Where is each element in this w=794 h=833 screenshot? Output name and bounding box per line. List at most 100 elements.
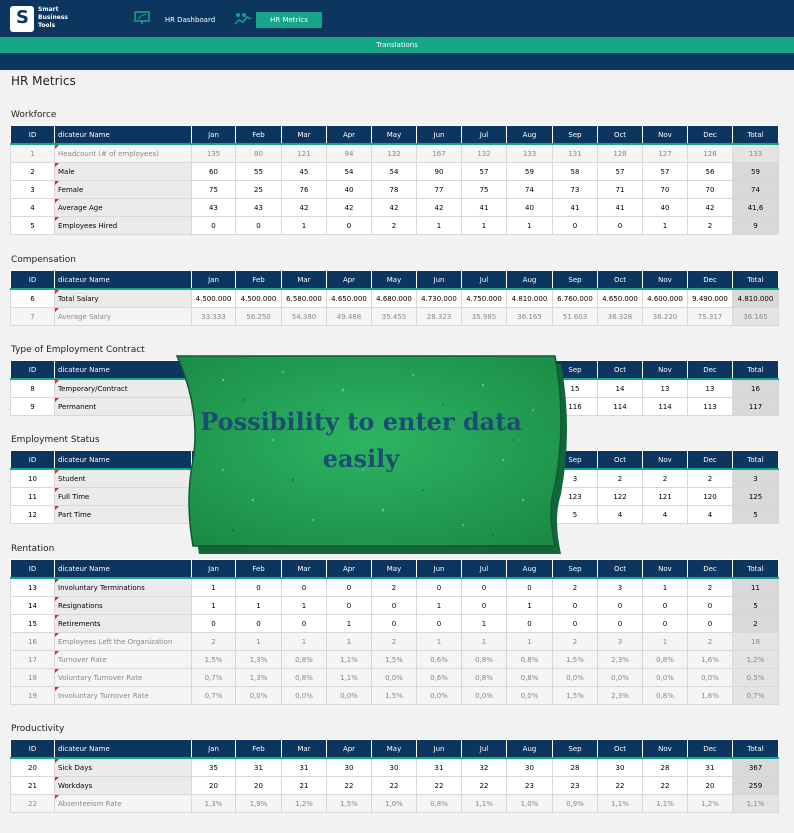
comment-marker-icon[interactable] xyxy=(55,633,59,637)
comment-marker-icon[interactable] xyxy=(55,795,59,799)
comment-marker-icon[interactable] xyxy=(55,145,59,149)
month-cell[interactable]: 4.500.000 xyxy=(235,288,282,308)
month-cell[interactable]: 70 xyxy=(687,180,733,199)
month-cell[interactable]: 2 xyxy=(642,468,688,488)
month-cell[interactable]: 30 xyxy=(597,757,643,777)
comment-marker-icon[interactable] xyxy=(55,163,59,167)
month-cell[interactable]: 1 xyxy=(642,577,688,597)
month-cell[interactable]: 120 xyxy=(687,487,733,506)
month-cell[interactable]: 42 xyxy=(281,198,327,217)
month-cell[interactable]: 57 xyxy=(597,162,643,181)
month-cell[interactable]: 22 xyxy=(326,776,372,795)
month-cell[interactable]: 30 xyxy=(326,757,372,777)
month-cell[interactable]: 57 xyxy=(642,162,688,181)
month-cell[interactable]: 1 xyxy=(506,216,553,235)
month-cell[interactable]: 22 xyxy=(597,776,643,795)
month-cell[interactable]: 4.650.000 xyxy=(326,288,372,308)
month-cell[interactable]: 1 xyxy=(191,596,236,615)
month-cell[interactable]: 0 xyxy=(642,596,688,615)
month-cell[interactable]: 1 xyxy=(506,596,553,615)
month-cell[interactable]: 20 xyxy=(235,776,282,795)
month-cell[interactable]: 73 xyxy=(552,180,598,199)
month-cell[interactable]: 0 xyxy=(371,596,417,615)
month-cell[interactable]: 0 xyxy=(461,577,507,597)
month-cell[interactable]: 41 xyxy=(552,198,598,217)
month-cell[interactable]: 1 xyxy=(281,596,327,615)
month-cell[interactable]: 0 xyxy=(371,614,417,633)
month-cell[interactable]: 0 xyxy=(506,614,553,633)
month-cell[interactable]: 2 xyxy=(552,577,598,597)
month-cell[interactable]: 4.600.000 xyxy=(642,288,688,308)
month-cell[interactable]: 114 xyxy=(597,397,643,416)
month-cell[interactable]: 45 xyxy=(281,162,327,181)
month-cell[interactable]: 42 xyxy=(687,198,733,217)
month-cell[interactable]: 21 xyxy=(281,776,327,795)
month-cell[interactable]: 13 xyxy=(642,378,688,398)
month-cell[interactable]: 22 xyxy=(416,776,462,795)
translations-link[interactable]: Translations xyxy=(0,37,794,53)
month-cell[interactable]: 14 xyxy=(597,378,643,398)
month-cell[interactable]: 28 xyxy=(552,757,598,777)
month-cell[interactable]: 2 xyxy=(687,216,733,235)
month-cell[interactable]: 4 xyxy=(642,505,688,524)
month-cell[interactable]: 59 xyxy=(506,162,553,181)
comment-marker-icon[interactable] xyxy=(55,217,59,221)
month-cell[interactable]: 0 xyxy=(326,596,372,615)
month-cell[interactable]: 31 xyxy=(687,757,733,777)
month-cell[interactable]: 4.650.000 xyxy=(597,288,643,308)
comment-marker-icon[interactable] xyxy=(55,290,59,294)
month-cell[interactable]: 1 xyxy=(235,596,282,615)
month-cell[interactable]: 40 xyxy=(326,180,372,199)
month-cell[interactable]: 25 xyxy=(235,180,282,199)
month-cell[interactable]: 0 xyxy=(687,596,733,615)
month-cell[interactable]: 0 xyxy=(235,614,282,633)
month-cell[interactable]: 20 xyxy=(191,776,236,795)
comment-marker-icon[interactable] xyxy=(55,597,59,601)
month-cell[interactable]: 2 xyxy=(371,577,417,597)
month-cell[interactable]: 0 xyxy=(416,614,462,633)
month-cell[interactable]: 22 xyxy=(642,776,688,795)
comment-marker-icon[interactable] xyxy=(55,308,59,312)
month-cell[interactable]: 2 xyxy=(597,468,643,488)
month-cell[interactable]: 22 xyxy=(461,776,507,795)
month-cell[interactable]: 31 xyxy=(416,757,462,777)
comment-marker-icon[interactable] xyxy=(55,470,59,474)
month-cell[interactable]: 0 xyxy=(552,216,598,235)
month-cell[interactable]: 1 xyxy=(191,577,236,597)
comment-marker-icon[interactable] xyxy=(55,181,59,185)
month-cell[interactable]: 4 xyxy=(687,505,733,524)
month-cell[interactable]: 0 xyxy=(416,577,462,597)
month-cell[interactable]: 20 xyxy=(687,776,733,795)
comment-marker-icon[interactable] xyxy=(55,380,59,384)
presentation-icon[interactable] xyxy=(134,11,150,25)
month-cell[interactable]: 0 xyxy=(597,596,643,615)
month-cell[interactable]: 3 xyxy=(597,577,643,597)
month-cell[interactable]: 0 xyxy=(235,577,282,597)
people-chart-icon[interactable] xyxy=(234,11,252,25)
tab-hr-metrics[interactable]: HR Metrics xyxy=(256,12,322,28)
month-cell[interactable]: 2 xyxy=(371,216,417,235)
comment-marker-icon[interactable] xyxy=(55,199,59,203)
month-cell[interactable]: 1 xyxy=(416,216,462,235)
month-cell[interactable]: 0 xyxy=(191,216,236,235)
month-cell[interactable]: 41 xyxy=(461,198,507,217)
comment-marker-icon[interactable] xyxy=(55,615,59,619)
month-cell[interactable]: 0 xyxy=(326,577,372,597)
comment-marker-icon[interactable] xyxy=(55,777,59,781)
month-cell[interactable]: 30 xyxy=(506,757,553,777)
month-cell[interactable]: 6.580.000 xyxy=(281,288,327,308)
month-cell[interactable]: 43 xyxy=(235,198,282,217)
month-cell[interactable]: 32 xyxy=(461,757,507,777)
month-cell[interactable]: 4 xyxy=(597,505,643,524)
month-cell[interactable]: 35 xyxy=(191,757,236,777)
month-cell[interactable]: 0 xyxy=(281,614,327,633)
month-cell[interactable]: 2 xyxy=(687,468,733,488)
month-cell[interactable]: 57 xyxy=(461,162,507,181)
month-cell[interactable]: 0 xyxy=(281,577,327,597)
tab-hr-dashboard[interactable]: HR Dashboard xyxy=(160,12,220,28)
month-cell[interactable]: 0 xyxy=(326,216,372,235)
month-cell[interactable]: 122 xyxy=(597,487,643,506)
month-cell[interactable]: 22 xyxy=(371,776,417,795)
month-cell[interactable]: 1 xyxy=(461,216,507,235)
month-cell[interactable]: 0 xyxy=(461,596,507,615)
